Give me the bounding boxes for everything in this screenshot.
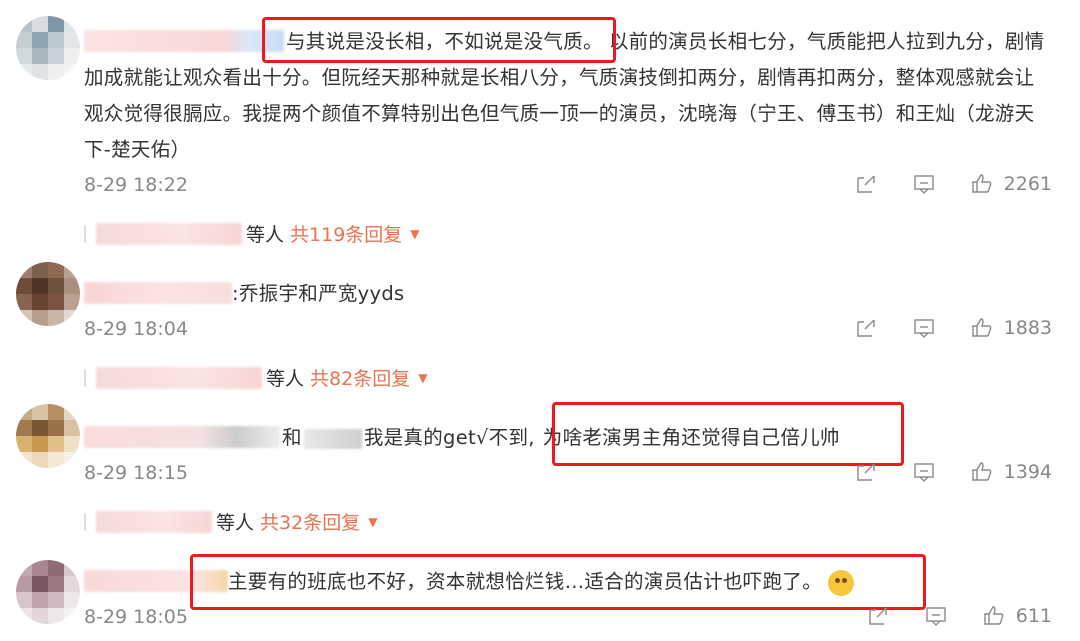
comment-text-body: 主要有的班底也不好，资本就想恰烂钱…适合的演员估计也吓跑了。 — [228, 570, 823, 593]
like-count: 1394 — [1003, 461, 1052, 483]
username-redacted[interactable] — [84, 282, 232, 304]
share-button[interactable] — [866, 604, 890, 628]
reply-bar — [84, 512, 86, 531]
reply-prefix: 等人 — [216, 512, 255, 534]
comment-actions: 611 — [866, 604, 1052, 628]
comment-button[interactable] — [924, 604, 948, 628]
like-icon — [984, 606, 1004, 625]
share-button[interactable] — [854, 172, 878, 196]
reply-users-redacted — [96, 222, 242, 245]
like-button[interactable]: 611 — [982, 604, 1052, 628]
share-icon — [869, 607, 887, 625]
reply-prefix: 等人 — [266, 368, 305, 390]
reply-prefix: 等人 — [246, 224, 285, 246]
avatar[interactable] — [16, 16, 80, 80]
reply-summary[interactable]: 等人 共119条回复 ▼ — [84, 220, 420, 247]
share-icon — [856, 175, 875, 193]
like-icon — [971, 318, 992, 337]
like-button[interactable]: 1394 — [970, 460, 1052, 484]
reply-count-link[interactable]: 共32条回复 — [260, 508, 360, 535]
reply-users-redacted — [96, 510, 212, 533]
like-count: 1883 — [1003, 317, 1052, 339]
comment-button[interactable] — [912, 172, 936, 196]
username-redacted[interactable] — [84, 570, 228, 592]
share-button[interactable] — [854, 316, 878, 340]
comment-button[interactable] — [912, 316, 936, 340]
comment-time: 8-29 18:05 — [84, 606, 188, 628]
comment-text-mid: 我是真的get√不到, — [363, 426, 535, 449]
reply-count-link[interactable]: 共119条回复 — [290, 220, 402, 247]
mention-redacted — [303, 428, 362, 449]
reply-count-link[interactable]: 共82条回复 — [310, 364, 410, 391]
share-icon — [856, 319, 875, 337]
comment-time: 8-29 18:15 — [84, 462, 188, 484]
caret-down-icon[interactable]: ▼ — [410, 227, 419, 241]
comment-text: 和 我是真的get√不到, 为啥老演男主角还觉得自己倍儿帅 — [282, 420, 1062, 456]
comment-actions: 1883 — [854, 316, 1052, 340]
share-button[interactable] — [854, 460, 878, 484]
comment-icon — [913, 175, 934, 194]
like-button[interactable]: 2261 — [970, 172, 1052, 196]
reply-summary[interactable]: 等人 共82条回复 ▼ — [84, 364, 427, 391]
reply-bar — [84, 368, 86, 387]
comment-icon — [913, 319, 934, 338]
comment-highlight-text: 为啥老演男主角还觉得自己倍儿帅 — [542, 426, 840, 449]
comment-button[interactable] — [912, 460, 936, 484]
caret-down-icon[interactable]: ▼ — [368, 515, 377, 529]
comment-text: :乔振宇和严宽yyds — [232, 276, 1032, 312]
comment-icon — [913, 463, 934, 482]
comment-text-pre: 和 — [282, 426, 302, 449]
like-icon — [971, 462, 992, 481]
comment-actions: 1394 — [854, 460, 1052, 484]
comment-time: 8-29 18:04 — [84, 318, 188, 340]
avatar[interactable] — [16, 560, 80, 624]
share-icon — [856, 463, 875, 481]
like-button[interactable]: 1883 — [970, 316, 1052, 340]
comment-text-body: :乔振宇和严宽yyds — [232, 282, 405, 305]
comment-text: 与其说是没长相，不如说是没气质。 以前的演员长相七分，气质能把人拉到九分，剧情加成… — [84, 24, 1054, 168]
reply-summary[interactable]: 等人 共32条回复 ▼ — [84, 508, 377, 535]
caret-down-icon[interactable]: ▼ — [418, 371, 427, 385]
reply-users-redacted — [96, 366, 262, 389]
like-icon — [971, 174, 992, 193]
reply-bar — [84, 224, 86, 243]
like-count: 611 — [1015, 605, 1052, 627]
avatar[interactable] — [16, 262, 80, 326]
comment-text-line1: 以前的演员长相七分，气质能把人拉到九分， — [608, 30, 1005, 53]
comment-icon — [926, 607, 946, 626]
like-count: 2261 — [1003, 173, 1052, 195]
smile-emoji-icon — [828, 569, 855, 596]
username-redacted[interactable] — [84, 426, 280, 448]
comment-time: 8-29 18:22 — [84, 174, 188, 196]
comment-actions: 2261 — [854, 172, 1052, 196]
comment-highlight-text: 与其说是没长相，不如说是没气质。 — [286, 30, 603, 53]
avatar[interactable] — [16, 404, 80, 468]
comment-text: 主要有的班底也不好，资本就想恰烂钱…适合的演员估计也吓跑了。 — [228, 564, 1028, 600]
